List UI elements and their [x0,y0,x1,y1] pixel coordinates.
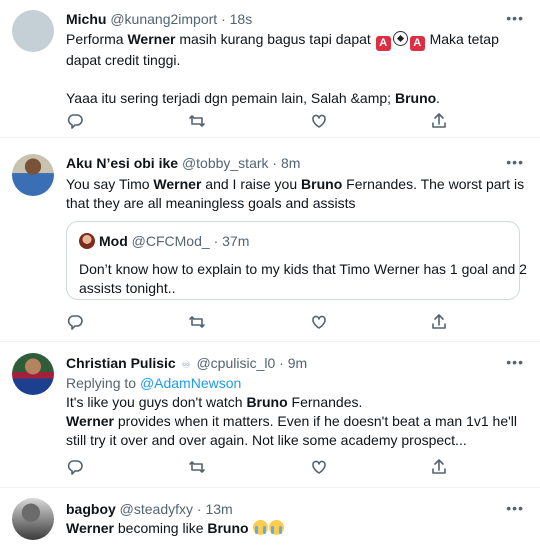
more-options-icon[interactable]: ••• [506,354,524,370]
timestamp[interactable]: 9m [288,355,307,371]
more-options-icon[interactable]: ••• [506,154,524,170]
quoted-handle: @CFCMod_ [131,233,210,249]
avatar[interactable] [12,498,54,540]
display-name[interactable]: bagboy [66,501,116,517]
tweet-text: You say Timo Werner and I raise you Brun… [66,176,525,211]
tweet-actions [66,313,446,331]
share-icon[interactable] [430,458,448,476]
dot-separator: · [213,233,219,249]
red-a-emoji-icon: A [409,36,425,51]
quoted-tweet[interactable]: Mod @CFCMod_ · 37m Don’t know how to exp… [66,221,527,300]
timestamp[interactable]: 8m [281,155,300,171]
tweet-text: Replying to @AdamNewson It's like you gu… [66,374,524,450]
tweet-text: Werner becoming like Bruno [66,519,524,538]
quoted-tweet-header: Mod @CFCMod_ · 37m [79,233,249,249]
like-icon[interactable] [310,458,328,476]
crying-face-emoji-icon [269,520,285,535]
tweet-header: Aku N’esi obi ike @tobby_stark · 8m [66,154,300,172]
dot-separator: · [196,501,202,517]
red-a-emoji-icon: A [375,36,391,51]
quoted-display-name: Mod [99,233,128,249]
reply-icon[interactable] [66,112,84,130]
soccer-ball-emoji-icon [392,31,408,46]
tweet-header: bagboy @steadyfxy · 13m [66,500,233,518]
replying-to-link[interactable]: @AdamNewson [140,375,241,391]
handle[interactable]: @steadyfxy [120,501,193,517]
display-name[interactable]: Aku N’esi obi ike [66,155,178,171]
tweet-header: Michu @kunang2import · 18s [66,10,252,28]
display-name[interactable]: Michu [66,11,106,27]
tweet-header: Christian Pulisic ♾ @cpulisic_l0 · 9m [66,354,307,375]
tweet[interactable]: bagboy @steadyfxy · 13m ••• Werner becom… [0,488,540,552]
timestamp[interactable]: 13m [205,501,232,517]
display-name[interactable]: Christian Pulisic [66,355,176,371]
handle[interactable]: @tobby_stark [182,155,269,171]
timestamp[interactable]: 18s [230,11,253,27]
reply-icon[interactable] [66,458,84,476]
tweet-actions [66,112,446,130]
share-icon[interactable] [430,112,448,130]
quoted-tweet-text: Don’t know how to explain to my kids tha… [79,261,527,296]
handle[interactable]: @kunang2import [110,11,217,27]
retweet-icon[interactable] [188,313,206,331]
emoji-icon: ♾ [181,360,191,371]
tweet[interactable]: Christian Pulisic ♾ @cpulisic_l0 · 9m ••… [0,342,540,488]
handle[interactable]: @cpulisic_l0 [196,355,275,371]
avatar[interactable] [12,154,54,196]
more-options-icon[interactable]: ••• [506,10,524,26]
dot-separator: · [272,155,278,171]
dot-separator: · [221,11,226,27]
reply-icon[interactable] [66,313,84,331]
quoted-timestamp: 37m [222,233,250,249]
dot-separator: · [279,355,284,371]
avatar[interactable] [12,10,54,52]
more-options-icon[interactable]: ••• [506,500,524,516]
tweet[interactable]: Aku N’esi obi ike @tobby_stark · 8m ••• … [0,146,540,342]
quoted-avatar [79,233,95,249]
like-icon[interactable] [310,112,328,130]
tweet-text: Performa Werner masih kurang bagus tapi … [66,31,499,106]
like-icon[interactable] [310,313,328,331]
retweet-icon[interactable] [188,458,206,476]
tweet-actions [66,458,446,476]
retweet-icon[interactable] [188,112,206,130]
replying-to: Replying to @AdamNewson [66,375,242,391]
avatar[interactable] [12,353,54,395]
crying-face-emoji-icon [253,520,269,535]
tweet[interactable]: Michu @kunang2import · 18s ••• Performa … [0,0,540,138]
share-icon[interactable] [430,313,448,331]
